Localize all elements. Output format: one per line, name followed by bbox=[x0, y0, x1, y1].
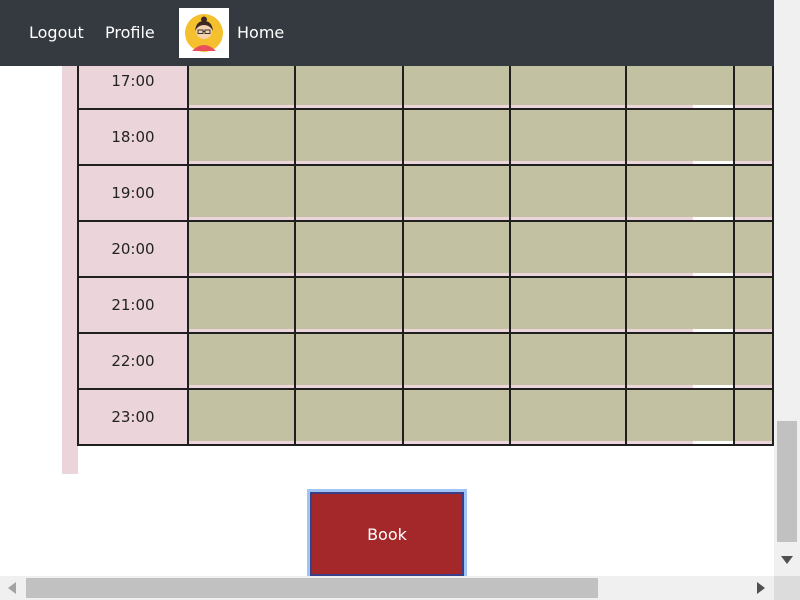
book-button[interactable]: Book bbox=[307, 489, 467, 576]
time-slot-cell[interactable] bbox=[294, 332, 404, 390]
scroll-left-arrow-icon[interactable] bbox=[8, 582, 16, 594]
timetable-side-strip bbox=[62, 66, 78, 474]
time-slot-cell[interactable] bbox=[294, 108, 404, 166]
time-slot-cell[interactable] bbox=[733, 388, 774, 446]
time-cell: 22:00 bbox=[77, 332, 189, 390]
time-slot-cell[interactable] bbox=[401, 276, 512, 334]
time-slot-cell[interactable] bbox=[733, 276, 774, 334]
time-slot-cell[interactable] bbox=[294, 276, 404, 334]
time-slot-cell[interactable] bbox=[733, 332, 774, 390]
time-slot-cell[interactable] bbox=[294, 164, 404, 222]
time-slot-cell[interactable] bbox=[186, 220, 297, 278]
time-cell: 20:00 bbox=[77, 220, 189, 278]
time-slot-cell[interactable] bbox=[509, 108, 627, 166]
time-cell: 18:00 bbox=[77, 108, 189, 166]
timetable-row: 19:00 bbox=[77, 164, 774, 222]
time-slot-cell[interactable] bbox=[401, 164, 512, 222]
logout-link[interactable]: Logout bbox=[29, 0, 84, 66]
time-slot-cell[interactable] bbox=[186, 108, 297, 166]
avatar[interactable] bbox=[179, 8, 229, 58]
top-navbar: Logout Profile Home bbox=[0, 0, 774, 66]
time-cell: 21:00 bbox=[77, 276, 189, 334]
time-slot-cell[interactable] bbox=[509, 220, 627, 278]
time-slot-cell[interactable] bbox=[294, 388, 404, 446]
time-slot-cell[interactable] bbox=[733, 108, 774, 166]
scrollbar-corner bbox=[774, 576, 800, 600]
time-slot-cell[interactable] bbox=[733, 164, 774, 222]
timetable-row: 21:00 bbox=[77, 276, 774, 334]
time-slot-cell[interactable] bbox=[186, 276, 297, 334]
timetable-row: 20:00 bbox=[77, 220, 774, 278]
time-slot-cell[interactable] bbox=[401, 108, 512, 166]
time-slot-cell[interactable] bbox=[401, 388, 512, 446]
time-slot-cell[interactable] bbox=[509, 388, 627, 446]
time-slot-cell[interactable] bbox=[294, 220, 404, 278]
time-slot-cell[interactable] bbox=[733, 220, 774, 278]
scroll-down-arrow-icon[interactable] bbox=[781, 556, 793, 564]
page-viewport: 17:00 18:00 19:00 20:00 21:00 22:00 23:00 Logo… bbox=[0, 0, 774, 576]
time-slot-cell[interactable] bbox=[624, 108, 736, 166]
time-slot-cell[interactable] bbox=[186, 388, 297, 446]
time-slot-cell[interactable] bbox=[509, 164, 627, 222]
time-slot-cell[interactable] bbox=[509, 332, 627, 390]
time-slot-cell[interactable] bbox=[186, 332, 297, 390]
vertical-scrollbar[interactable] bbox=[774, 0, 800, 576]
scroll-right-arrow-icon[interactable] bbox=[757, 582, 765, 594]
vertical-scrollbar-thumb[interactable] bbox=[777, 421, 797, 542]
horizontal-scrollbar-thumb[interactable] bbox=[26, 578, 598, 598]
time-cell: 19:00 bbox=[77, 164, 189, 222]
time-slot-cell[interactable] bbox=[624, 164, 736, 222]
time-slot-cell[interactable] bbox=[401, 332, 512, 390]
timetable: 17:00 18:00 19:00 20:00 21:00 22:00 23:00 bbox=[77, 52, 774, 446]
timetable-row: 22:00 bbox=[77, 332, 774, 390]
user-avatar-icon bbox=[185, 14, 223, 52]
time-cell: 23:00 bbox=[77, 388, 189, 446]
time-slot-cell[interactable] bbox=[624, 388, 736, 446]
time-slot-cell[interactable] bbox=[401, 220, 512, 278]
profile-link[interactable]: Profile bbox=[105, 0, 155, 66]
timetable-row: 23:00 bbox=[77, 388, 774, 446]
time-slot-cell[interactable] bbox=[509, 276, 627, 334]
timetable-row: 18:00 bbox=[77, 108, 774, 166]
home-link[interactable]: Home bbox=[237, 0, 284, 66]
time-slot-cell[interactable] bbox=[186, 164, 297, 222]
time-slot-cell[interactable] bbox=[624, 276, 736, 334]
time-slot-cell[interactable] bbox=[624, 220, 736, 278]
horizontal-scrollbar[interactable] bbox=[0, 576, 774, 600]
time-slot-cell[interactable] bbox=[624, 332, 736, 390]
timetable-body: 17:00 18:00 19:00 20:00 21:00 22:00 23:00 bbox=[77, 52, 774, 446]
